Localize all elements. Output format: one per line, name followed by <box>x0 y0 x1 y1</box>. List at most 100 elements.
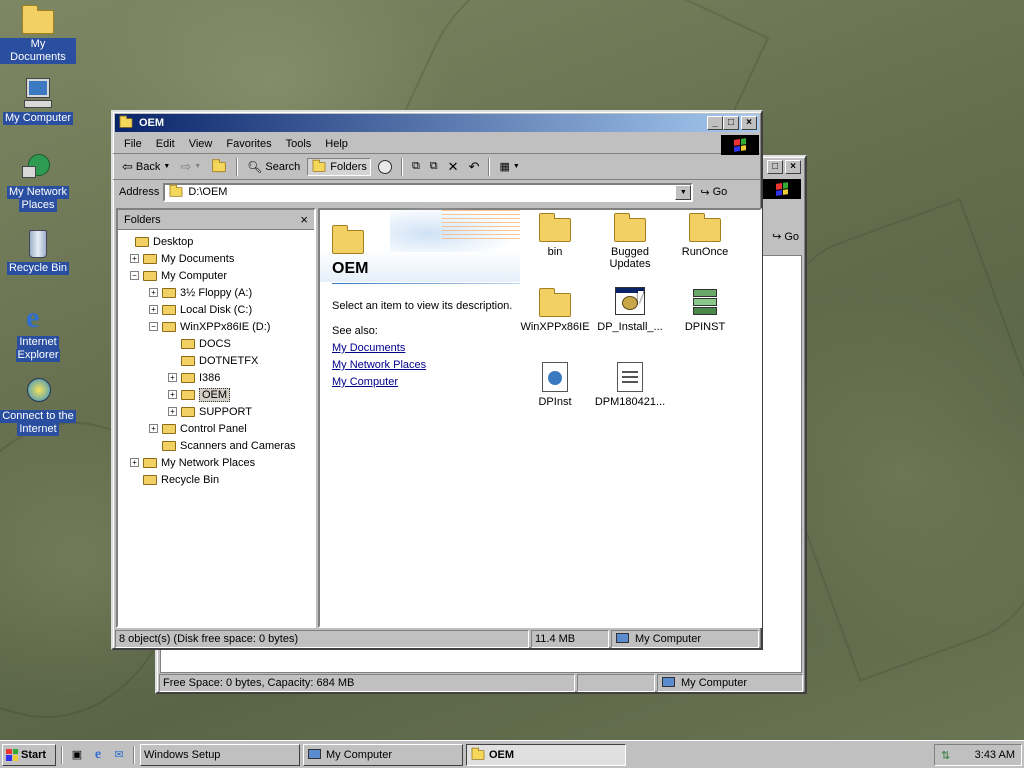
tree-item[interactable]: − My Computer <box>130 267 227 284</box>
forward-button[interactable]: ⇨ ▼ <box>177 157 204 177</box>
file-item-dpm180421[interactable]: DPM180421... <box>592 362 668 408</box>
tree-item[interactable]: DOCS <box>168 335 231 352</box>
start-button[interactable]: Start <box>2 743 56 766</box>
my-computer-icon <box>661 676 677 690</box>
desktop-icon-my-computer[interactable]: My Computer <box>0 78 76 125</box>
copy-to-button[interactable]: ⧉ <box>427 158 441 175</box>
file-item-bin[interactable]: bin <box>517 212 593 258</box>
search-button[interactable]: 🔍︎ Search <box>244 158 303 176</box>
address-label: Address <box>119 186 160 198</box>
expand-icon[interactable]: + <box>130 254 139 263</box>
desktop-icon-my-network-places[interactable]: My Network Places <box>0 152 76 212</box>
maximize-button[interactable]: □ <box>723 116 739 130</box>
tree-item-icon <box>161 303 177 317</box>
tree-item[interactable]: + OEM <box>168 386 231 403</box>
desktop-icon-internet-explorer[interactable]: e Internet Explorer <box>0 302 76 362</box>
menu-help[interactable]: Help <box>318 138 355 150</box>
tree-item-icon <box>161 320 177 334</box>
address-dropdown-button[interactable]: ▼ <box>675 184 692 200</box>
move-to-button[interactable]: ⧉ <box>409 158 423 175</box>
delete-button[interactable]: ✕ <box>445 157 462 177</box>
expand-icon[interactable]: + <box>168 390 177 399</box>
desktop-icon-my-documents[interactable]: My Documents <box>0 4 76 64</box>
tree-item[interactable]: DOTNETFX <box>168 352 258 369</box>
task-my-computer[interactable]: My Computer <box>303 743 463 766</box>
menu-file[interactable]: File <box>117 138 149 150</box>
tree-item[interactable]: +3½ Floppy (A:) <box>149 284 252 301</box>
menu-edit[interactable]: Edit <box>149 138 182 150</box>
taskbar: Start ▣ e ✉ Windows Setup My Computer OE… <box>0 740 1024 768</box>
content-pane: OEM Select an item to view its descripti… <box>318 206 762 628</box>
expand-icon[interactable]: + <box>149 288 158 297</box>
menu-tools[interactable]: Tools <box>279 138 319 150</box>
tree-item[interactable]: + Local Disk (C:) <box>149 301 252 318</box>
file-item-winxppx86ie[interactable]: WinXPPx86IE <box>517 287 593 333</box>
minimize-button[interactable]: _ <box>707 116 723 130</box>
views-button[interactable]: ▦ ▼ <box>496 158 522 175</box>
desktop-icon-connect-to-internet[interactable]: Connect to the Internet <box>0 376 76 436</box>
up-folder-button[interactable] <box>208 158 230 175</box>
collapse-icon[interactable]: − <box>130 271 139 280</box>
link-my-computer[interactable]: My Computer <box>332 376 398 388</box>
tree-item[interactable]: − WinXPPx86IE (D:) <box>149 318 270 335</box>
file-item-dp-install[interactable]: DP_Install_... <box>592 287 668 333</box>
folders-button[interactable]: Folders <box>307 157 371 176</box>
tree-item[interactable]: + My Documents <box>130 250 234 267</box>
tree-item[interactable]: Scanners and Cameras <box>149 437 296 454</box>
history-button[interactable] <box>375 158 395 176</box>
tree-item-label: Recycle Bin <box>161 473 220 486</box>
file-label: Updates <box>609 258 651 270</box>
tree-item[interactable]: + My Network Places <box>130 454 255 471</box>
outlook-express-icon[interactable]: ✉ <box>110 748 128 761</box>
desktop-icon-label: My Computer <box>2 112 74 125</box>
go-arrow-icon: ↪ <box>772 231 782 243</box>
tree-item[interactable]: Desktop <box>122 233 193 250</box>
expand-icon[interactable]: + <box>149 424 158 433</box>
menu-view[interactable]: View <box>182 138 220 150</box>
file-item-dpinst-doc[interactable]: DPInst <box>517 362 593 408</box>
explorer-window-oem[interactable]: OEM _ □ × File Edit View Favorites Tools… <box>111 110 763 650</box>
search-icon: 🔍︎ <box>247 159 263 174</box>
address-input[interactable]: D:\OEM ▼ <box>163 182 694 202</box>
expand-icon[interactable]: + <box>168 407 177 416</box>
close-icon[interactable]: × <box>300 212 308 227</box>
go-button[interactable]: ↪ Go <box>697 184 730 201</box>
expand-icon[interactable]: + <box>149 305 158 314</box>
tree-item-label: OEM <box>199 387 231 402</box>
task-windows-setup[interactable]: Windows Setup <box>140 743 300 766</box>
task-oem[interactable]: OEM <box>466 743 626 766</box>
taskbar-separator <box>133 745 135 764</box>
address-value: D:\OEM <box>188 186 228 198</box>
expand-icon[interactable]: + <box>168 373 177 382</box>
network-tray-icon[interactable]: ⇅ <box>941 749 950 762</box>
clock[interactable]: 3:43 AM <box>975 749 1015 761</box>
menu-favorites[interactable]: Favorites <box>219 138 278 150</box>
link-my-network-places[interactable]: My Network Places <box>332 359 426 371</box>
internet-explorer-icon[interactable]: e <box>89 747 107 763</box>
close-button[interactable]: × <box>741 116 757 130</box>
tree-item[interactable]: + Control Panel <box>149 420 247 437</box>
title-buttons: _ □ × <box>707 116 757 130</box>
title-bar[interactable]: OEM _ □ × <box>115 114 759 132</box>
link-my-documents[interactable]: My Documents <box>332 342 405 354</box>
file-item-bugged-updates[interactable]: Bugged Updates <box>592 212 668 270</box>
collapse-icon[interactable]: − <box>149 322 158 331</box>
tree-item[interactable]: Recycle Bin <box>130 471 219 488</box>
tree-item-label: DOTNETFX <box>199 354 259 367</box>
tree-item[interactable]: + SUPPORT <box>168 403 252 420</box>
back-window-go-button[interactable]: ↪ Go <box>772 230 799 244</box>
history-icon <box>377 159 392 174</box>
back-button[interactable]: ⇦ Back ▼ <box>119 157 173 177</box>
undo-button[interactable]: ↶ <box>466 157 483 177</box>
file-item-runonce[interactable]: RunOnce <box>667 212 743 258</box>
back-window-close-button[interactable]: × <box>785 160 801 174</box>
file-label: WinXPPx86IE <box>520 321 590 333</box>
back-window-maximize-button[interactable]: □ <box>767 160 783 174</box>
file-label: DP_Install_... <box>597 321 663 333</box>
desktop-icon-recycle-bin[interactable]: Recycle Bin <box>0 228 76 275</box>
show-desktop-icon[interactable]: ▣ <box>68 748 86 761</box>
tree-item-icon <box>180 371 196 385</box>
file-item-dpinst-setup[interactable]: DPINST <box>667 287 743 333</box>
tree-item[interactable]: + I386 <box>168 369 220 386</box>
expand-icon[interactable]: + <box>130 458 139 467</box>
